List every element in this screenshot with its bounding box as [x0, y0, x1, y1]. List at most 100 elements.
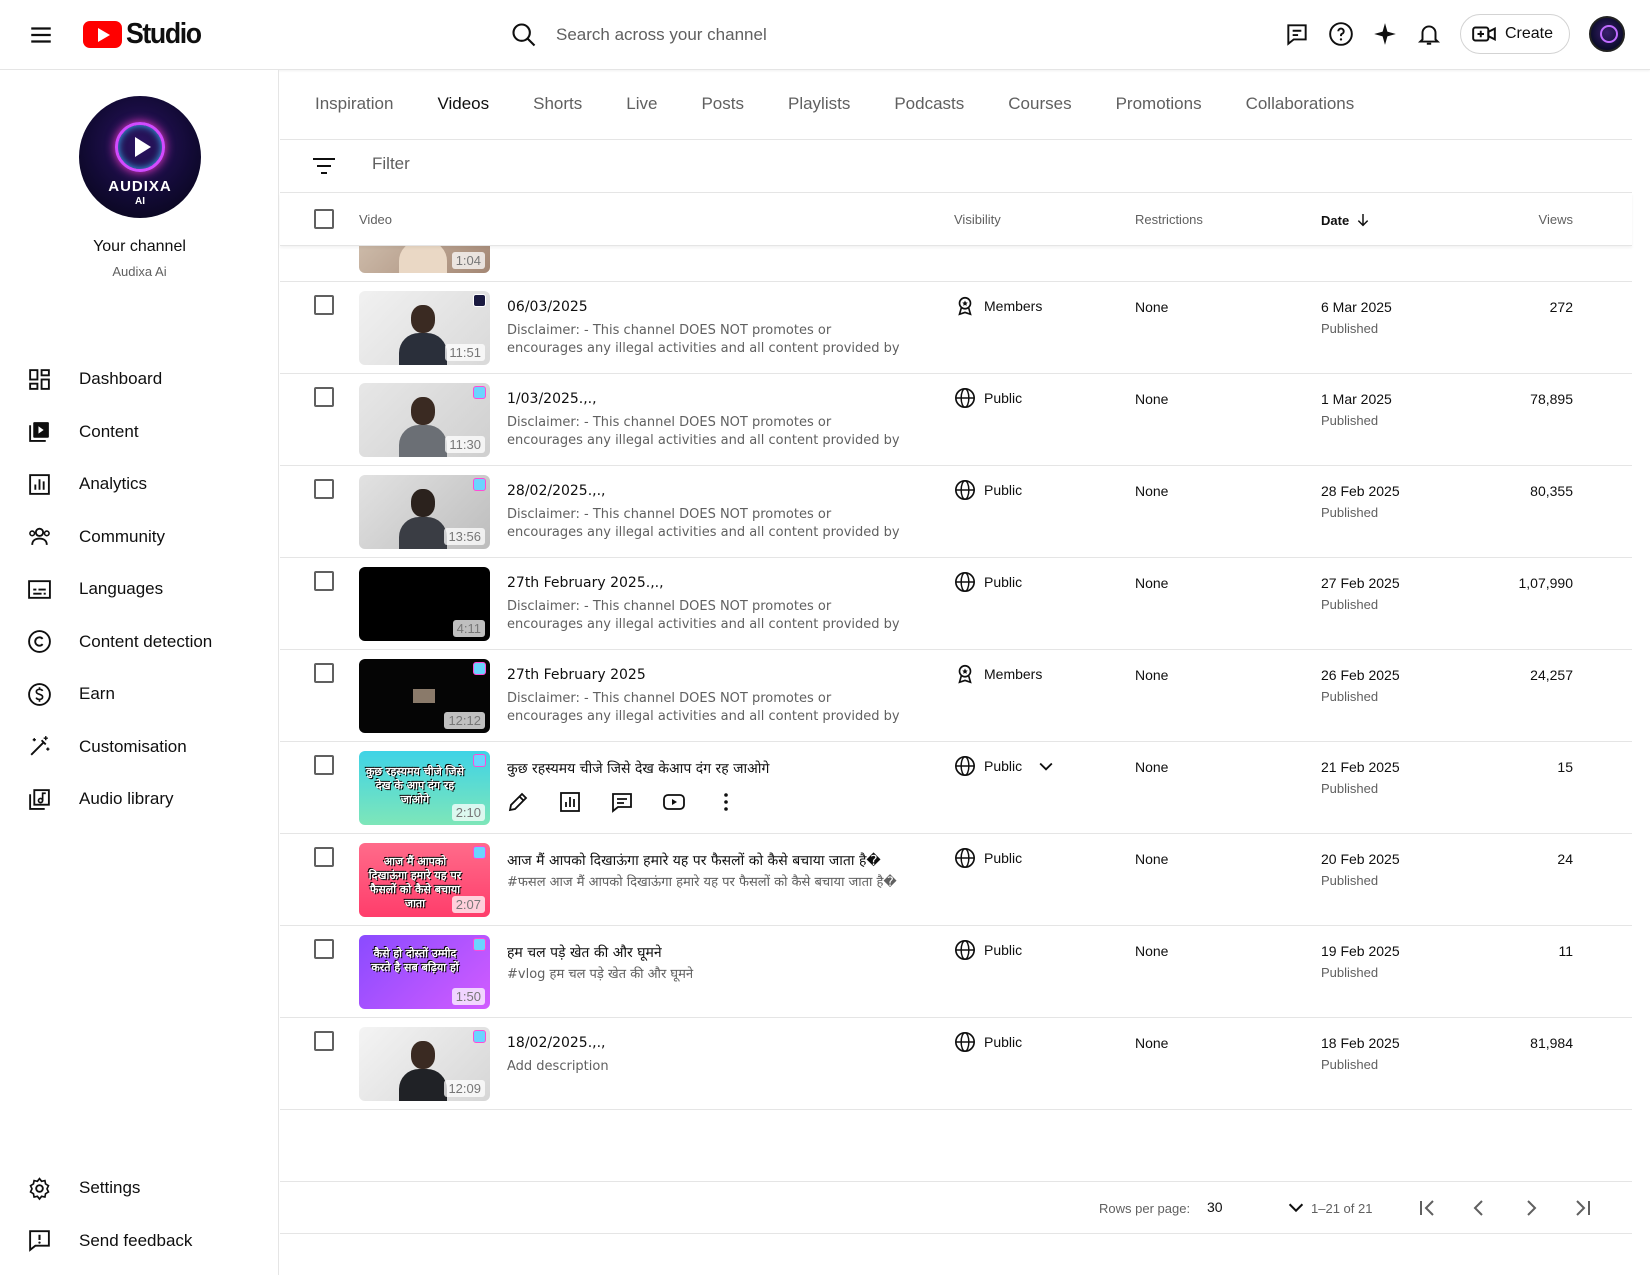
- visibility-cell[interactable]: Public: [954, 479, 1022, 501]
- row-checkbox[interactable]: [314, 939, 334, 959]
- video-duration: 11:51: [445, 344, 485, 361]
- video-thumbnail[interactable]: 12:12: [359, 659, 490, 733]
- video-title[interactable]: 18/02/2025.,.,: [507, 1035, 606, 1051]
- visibility-cell[interactable]: Public: [954, 939, 1022, 961]
- search-input[interactable]: [556, 25, 976, 45]
- analytics-icon[interactable]: [558, 790, 582, 814]
- first-page-button[interactable]: [1415, 1196, 1439, 1223]
- video-thumbnail[interactable]: कैसे हो दोस्तों उम्मीद करते है सब बढ़िया…: [359, 935, 490, 1009]
- tab-promotions[interactable]: Promotions: [1116, 69, 1202, 139]
- tab-inspiration[interactable]: Inspiration: [315, 69, 393, 139]
- row-checkbox[interactable]: [314, 755, 334, 775]
- feedback-icon[interactable]: [1282, 19, 1312, 49]
- create-button[interactable]: Create: [1459, 14, 1570, 54]
- video-title[interactable]: 27th February 2025: [507, 667, 646, 683]
- visibility-cell[interactable]: Public: [954, 847, 1022, 869]
- row-checkbox[interactable]: [314, 847, 334, 867]
- visibility-cell[interactable]: Public: [954, 387, 1022, 409]
- sidebar-item-content[interactable]: Content: [0, 406, 279, 459]
- video-thumbnail[interactable]: 12:09: [359, 1027, 490, 1101]
- sidebar-item-content-detection[interactable]: Content detection: [0, 616, 279, 669]
- sparkle-icon[interactable]: [1370, 19, 1400, 49]
- table-row[interactable]: 13:56 28/02/2025.,., Disclaimer: - This …: [280, 466, 1632, 558]
- channel-avatar[interactable]: AUDIXA AI: [79, 96, 201, 218]
- visibility-cell[interactable]: Public: [954, 755, 1064, 777]
- next-page-button[interactable]: [1519, 1196, 1543, 1223]
- chevron-down-icon[interactable]: [1036, 756, 1056, 776]
- select-all-checkbox[interactable]: [314, 209, 334, 229]
- avatar-logo-text: AUDIXA: [108, 178, 172, 195]
- tab-courses[interactable]: Courses: [1008, 69, 1071, 139]
- video-title[interactable]: हम चल पड़े खेत की और घूमने: [507, 943, 662, 962]
- notifications-icon[interactable]: [1414, 19, 1444, 49]
- youtube-icon[interactable]: [662, 790, 686, 814]
- tab-live[interactable]: Live: [626, 69, 657, 139]
- sidebar-item-languages[interactable]: Languages: [0, 563, 279, 616]
- tab-videos[interactable]: Videos: [437, 69, 489, 139]
- table-row[interactable]: कैसे हो दोस्तों उम्मीद करते है सब बढ़िया…: [280, 926, 1632, 1018]
- video-thumbnail[interactable]: 4:11: [359, 567, 490, 641]
- sidebar-item-earn[interactable]: Earn: [0, 668, 279, 721]
- row-checkbox[interactable]: [314, 387, 334, 407]
- video-title[interactable]: आज मैं आपको दिखाऊंगा हमारे यह पर फैसलों …: [507, 851, 881, 870]
- sidebar-item-analytics[interactable]: Analytics: [0, 458, 279, 511]
- table-row[interactable]: 4:11 27th February 2025.,., Disclaimer: …: [280, 558, 1632, 650]
- more-options-icon[interactable]: [714, 790, 738, 814]
- tab-posts[interactable]: Posts: [701, 69, 744, 139]
- sidebar-item-community[interactable]: Community: [0, 511, 279, 564]
- menu-icon[interactable]: [28, 22, 54, 48]
- sidebar-item-customisation[interactable]: Customisation: [0, 721, 279, 774]
- video-thumbnail[interactable]: 1:04: [359, 246, 490, 273]
- visibility-cell[interactable]: Public: [954, 571, 1022, 593]
- header-visibility[interactable]: Visibility: [954, 212, 1001, 227]
- row-checkbox[interactable]: [314, 663, 334, 683]
- video-title[interactable]: कुछ रहस्यमय चीजे जिसे देख केआप दंग रह जा…: [507, 759, 769, 778]
- table-row[interactable]: 11:51 06/03/2025 Disclaimer: - This chan…: [280, 282, 1632, 374]
- search-bar[interactable]: [510, 16, 1030, 54]
- tab-podcasts[interactable]: Podcasts: [894, 69, 964, 139]
- sidebar-item-audio-library[interactable]: Audio library: [0, 773, 279, 826]
- tab-playlists[interactable]: Playlists: [788, 69, 850, 139]
- video-title[interactable]: 1/03/2025.,.,: [507, 391, 597, 407]
- visibility-cell[interactable]: Public: [954, 1031, 1022, 1053]
- help-icon[interactable]: [1326, 19, 1356, 49]
- row-checkbox[interactable]: [314, 479, 334, 499]
- search-icon[interactable]: [510, 21, 538, 49]
- sidebar-item-settings[interactable]: Settings: [0, 1162, 279, 1215]
- tab-shorts[interactable]: Shorts: [533, 69, 582, 139]
- add-description-link[interactable]: Add description: [507, 1058, 907, 1076]
- table-row[interactable]: 12:09 18/02/2025.,., Add description Pub…: [280, 1018, 1632, 1110]
- table-row[interactable]: 1:04: [280, 246, 1632, 282]
- video-thumbnail[interactable]: कुछ रहस्यमय चीजे जिसे देख के आप दंग रह ज…: [359, 751, 490, 825]
- sidebar-item-send-feedback[interactable]: Send feedback: [0, 1215, 279, 1268]
- video-thumbnail[interactable]: आज मैं आपको दिखाऊंगा हमारे यह पर फैसलों …: [359, 843, 490, 917]
- edit-pencil-icon[interactable]: [506, 790, 530, 814]
- table-row[interactable]: कुछ रहस्यमय चीजे जिसे देख के आप दंग रह ज…: [280, 742, 1632, 834]
- account-avatar[interactable]: [1589, 16, 1625, 52]
- video-title[interactable]: 27th February 2025.,.,: [507, 575, 664, 591]
- table-row[interactable]: आज मैं आपको दिखाऊंगा हमारे यह पर फैसलों …: [280, 834, 1632, 926]
- visibility-cell[interactable]: Members: [954, 663, 1042, 685]
- tab-collaborations[interactable]: Collaborations: [1246, 69, 1355, 139]
- video-title[interactable]: 06/03/2025: [507, 299, 588, 315]
- header-views[interactable]: Views: [1539, 212, 1573, 227]
- row-checkbox[interactable]: [314, 1031, 334, 1051]
- header-date[interactable]: Date: [1321, 212, 1371, 228]
- sidebar-item-dashboard[interactable]: Dashboard: [0, 353, 279, 406]
- row-checkbox[interactable]: [314, 295, 334, 315]
- rows-per-page-select[interactable]: 30: [1207, 1196, 1307, 1218]
- table-row[interactable]: 11:30 1/03/2025.,., Disclaimer: - This c…: [280, 374, 1632, 466]
- row-checkbox[interactable]: [314, 571, 334, 591]
- previous-page-button[interactable]: [1467, 1196, 1491, 1223]
- studio-logo[interactable]: Studio: [83, 17, 207, 51]
- video-thumbnail[interactable]: 11:51: [359, 291, 490, 365]
- video-thumbnail[interactable]: 11:30: [359, 383, 490, 457]
- comments-icon[interactable]: [610, 790, 634, 814]
- table-row[interactable]: 12:12 27th February 2025 Disclaimer: - T…: [280, 650, 1632, 742]
- filter-input[interactable]: [372, 154, 772, 174]
- visibility-cell[interactable]: Members: [954, 295, 1042, 317]
- video-title[interactable]: 28/02/2025.,.,: [507, 483, 606, 499]
- filter-icon[interactable]: [312, 156, 336, 176]
- last-page-button[interactable]: [1571, 1196, 1595, 1223]
- video-thumbnail[interactable]: 13:56: [359, 475, 490, 549]
